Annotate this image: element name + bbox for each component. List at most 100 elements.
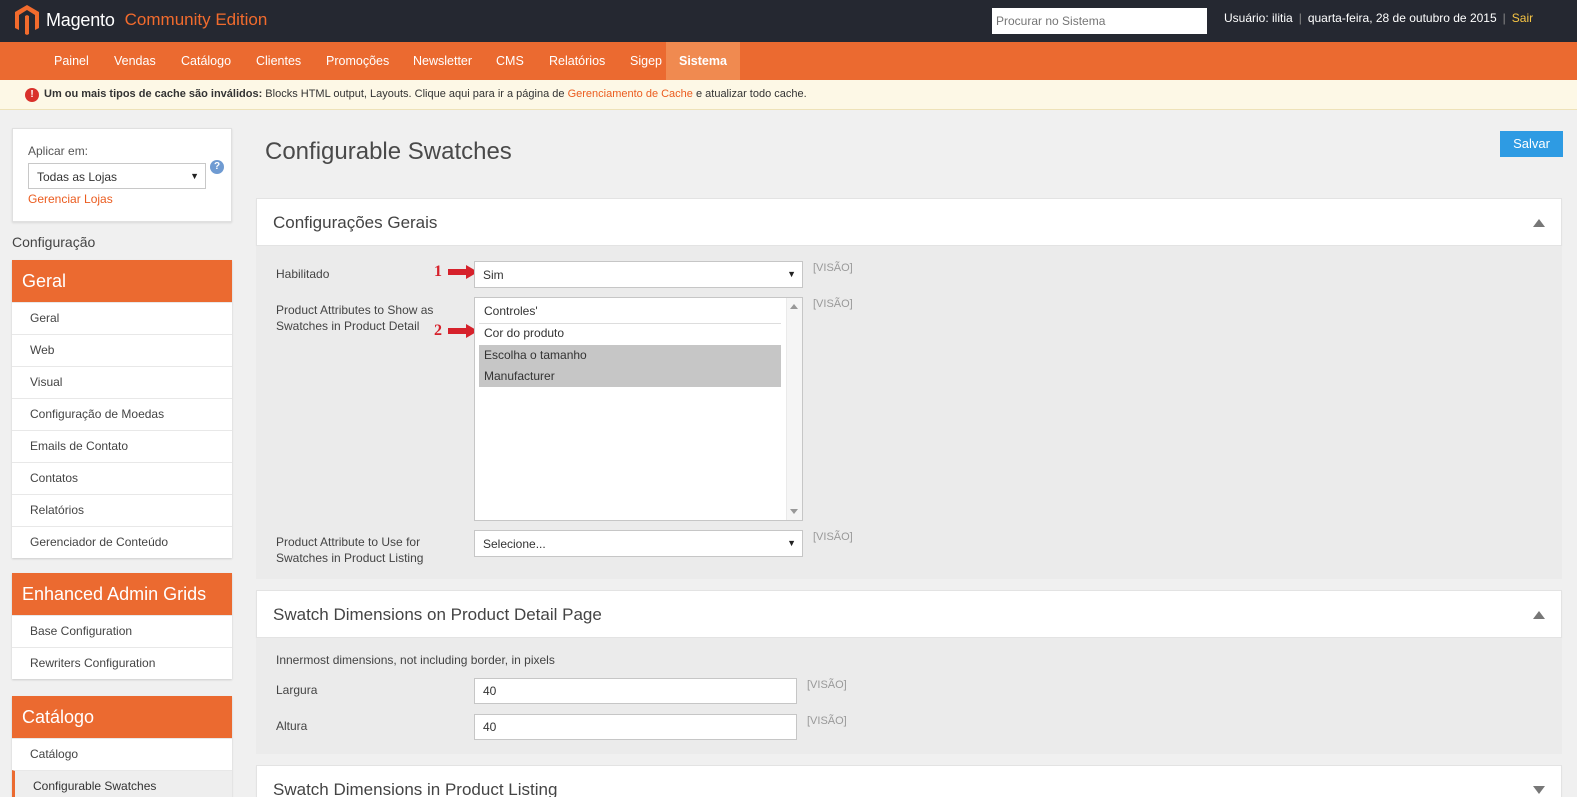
- main-nav: Painel Vendas Catálogo Clientes Promoçõe…: [0, 42, 1577, 80]
- global-search-input[interactable]: [992, 8, 1207, 34]
- sidebar-section-grids: Enhanced Admin Grids Base Configuration …: [12, 573, 232, 679]
- magento-logo[interactable]: Magento Community Edition: [14, 4, 267, 36]
- section-title: Swatch Dimensions on Product Detail Page: [273, 605, 602, 624]
- dimensions-help-text: Innermost dimensions, not including bord…: [276, 653, 555, 667]
- save-button[interactable]: Salvar: [1500, 131, 1563, 157]
- annotation-number: 1: [434, 263, 442, 280]
- sidebar-section-catalogo: Catálogo Catálogo Configurable Swatches: [12, 696, 232, 797]
- user-label: Usuário: ilitia: [1224, 11, 1293, 25]
- annotation-number: 2: [434, 322, 442, 339]
- user-info: Usuário: ilitia | quarta-feira, 28 de outu…: [1224, 11, 1533, 25]
- option-cor-do-produto[interactable]: Cor do produto: [479, 323, 781, 344]
- chevron-down-icon: ▼: [787, 269, 796, 279]
- nav-cms[interactable]: CMS: [496, 42, 524, 80]
- option-manufacturer[interactable]: Manufacturer: [479, 366, 781, 387]
- store-select[interactable]: Todas as Lojas ▼: [28, 163, 206, 189]
- chevron-down-icon: ▼: [787, 538, 796, 548]
- config-heading: Configuração: [12, 234, 96, 250]
- sidebar-item-conteudo[interactable]: Gerenciador de Conteúdo: [12, 526, 232, 558]
- annotation-1: 1: [434, 263, 478, 281]
- scope-label: [VISÃO]: [813, 262, 853, 274]
- nav-sigep[interactable]: Sigep: [630, 42, 662, 80]
- option-controles[interactable]: Controles': [479, 301, 781, 322]
- collapse-up-icon: [1533, 611, 1545, 619]
- section-detail-dimensions: Swatch Dimensions on Product Detail Page…: [256, 590, 1562, 754]
- store-switcher: Aplicar em: Todas as Lojas ▼ ? Gerenciar…: [12, 128, 232, 222]
- enabled-label: Habilitado: [276, 267, 330, 281]
- notice-text: Um ou mais tipos de cache são inválidos:…: [44, 88, 807, 100]
- annotation-2: 2: [434, 322, 478, 340]
- height-label: Altura: [276, 719, 308, 733]
- nav-promocoes[interactable]: Promoções: [326, 42, 389, 80]
- nav-sistema[interactable]: Sistema: [666, 42, 740, 80]
- scope-label: [VISÃO]: [807, 715, 847, 727]
- notice-bold: Um ou mais tipos de cache são inválidos:: [44, 88, 263, 100]
- collapse-down-icon: [1533, 786, 1545, 794]
- sidebar-item-web[interactable]: Web: [12, 334, 232, 366]
- nav-relatorios[interactable]: Relatórios: [549, 42, 605, 80]
- current-date: quarta-feira, 28 de outubro de 2015: [1307, 11, 1497, 25]
- section-header[interactable]: Swatch Dimensions on Product Detail Page: [256, 590, 1562, 638]
- sidebar-item-rewriters[interactable]: Rewriters Configuration: [12, 647, 232, 679]
- sidebar-item-emails[interactable]: Emails de Contato: [12, 430, 232, 462]
- sidebar-section-title[interactable]: Enhanced Admin Grids: [12, 573, 232, 615]
- scope-label: [VISÃO]: [807, 679, 847, 691]
- nav-newsletter[interactable]: Newsletter: [413, 42, 472, 80]
- scrollbar[interactable]: [786, 298, 802, 520]
- width-input[interactable]: [474, 678, 797, 704]
- sidebar-item-base-config[interactable]: Base Configuration: [12, 615, 232, 647]
- scroll-down-icon[interactable]: [790, 509, 798, 514]
- notice-body: Blocks HTML output, Layouts. Clique aqui…: [262, 88, 568, 100]
- scope-label: [VISÃO]: [813, 531, 853, 543]
- section-body: Innermost dimensions, not including bord…: [256, 638, 1562, 754]
- manage-stores-link[interactable]: Gerenciar Lojas: [28, 192, 113, 206]
- listing-attr-label: Product Attribute to Use for Swatches in…: [276, 535, 424, 565]
- sidebar-item-geral[interactable]: Geral: [12, 302, 232, 334]
- sidebar-item-catalogo[interactable]: Catálogo: [12, 738, 232, 770]
- cache-management-link[interactable]: Gerenciamento de Cache: [568, 88, 693, 100]
- store-select-value: Todas as Lojas: [37, 170, 118, 184]
- error-icon: !: [25, 88, 39, 102]
- detail-attrs-multiselect[interactable]: Controles' Cor do produto Escolha o tama…: [474, 297, 803, 521]
- separator: |: [1298, 11, 1302, 25]
- nav-vendas[interactable]: Vendas: [114, 42, 156, 80]
- cache-notice: ! Um ou mais tipos de cache são inválido…: [0, 80, 1577, 110]
- sidebar-section-title[interactable]: Catálogo: [12, 696, 232, 738]
- sidebar-item-configurable-swatches[interactable]: Configurable Swatches: [12, 770, 232, 797]
- edition-label: Community Edition: [124, 10, 268, 29]
- logo-text: Magento: [46, 9, 115, 30]
- help-icon[interactable]: ?: [210, 160, 224, 174]
- sidebar-item-moedas[interactable]: Configuração de Moedas: [12, 398, 232, 430]
- notice-tail: e atualizar todo cache.: [692, 88, 807, 100]
- sidebar-item-visual[interactable]: Visual: [12, 366, 232, 398]
- section-body: Habilitado 1 Sim ▼ [VISÃO] Product Attri…: [256, 246, 1562, 579]
- section-listing-dimensions: Swatch Dimensions in Product Listing: [256, 765, 1562, 797]
- enabled-select-value: Sim: [483, 268, 504, 282]
- section-title: Swatch Dimensions in Product Listing: [273, 780, 558, 797]
- sidebar-section-title[interactable]: Geral: [12, 260, 232, 302]
- logout-link[interactable]: Sair: [1512, 11, 1533, 25]
- option-escolha-o-tamanho[interactable]: Escolha o tamanho: [479, 345, 781, 366]
- page-title: Configurable Swatches: [265, 138, 512, 165]
- scroll-up-icon[interactable]: [790, 304, 798, 309]
- nav-painel[interactable]: Painel: [54, 42, 89, 80]
- enabled-select[interactable]: Sim ▼: [474, 261, 803, 288]
- sidebar-item-contatos[interactable]: Contatos: [12, 462, 232, 494]
- height-input[interactable]: [474, 714, 797, 740]
- section-general: Configurações Gerais Habilitado 1 Sim ▼ …: [256, 198, 1562, 579]
- nav-catalogo[interactable]: Catálogo: [181, 42, 231, 80]
- magento-logo-icon: [15, 5, 39, 35]
- listing-attr-select[interactable]: Selecione... ▼: [474, 530, 803, 557]
- listing-attr-select-value: Selecione...: [483, 537, 546, 551]
- separator: |: [1502, 11, 1506, 25]
- detail-attrs-label: Product Attributes to Show as Swatches i…: [276, 303, 434, 333]
- section-header[interactable]: Configurações Gerais: [256, 198, 1562, 246]
- section-title: Configurações Gerais: [273, 213, 438, 232]
- chevron-down-icon: ▼: [190, 171, 199, 181]
- scope-label: [VISÃO]: [813, 298, 853, 310]
- section-header[interactable]: Swatch Dimensions in Product Listing: [256, 765, 1562, 797]
- sidebar-item-relatorios[interactable]: Relatórios: [12, 494, 232, 526]
- top-header: Magento Community Edition Usuário: iliti…: [0, 0, 1577, 42]
- nav-clientes[interactable]: Clientes: [256, 42, 301, 80]
- collapse-up-icon: [1533, 219, 1545, 227]
